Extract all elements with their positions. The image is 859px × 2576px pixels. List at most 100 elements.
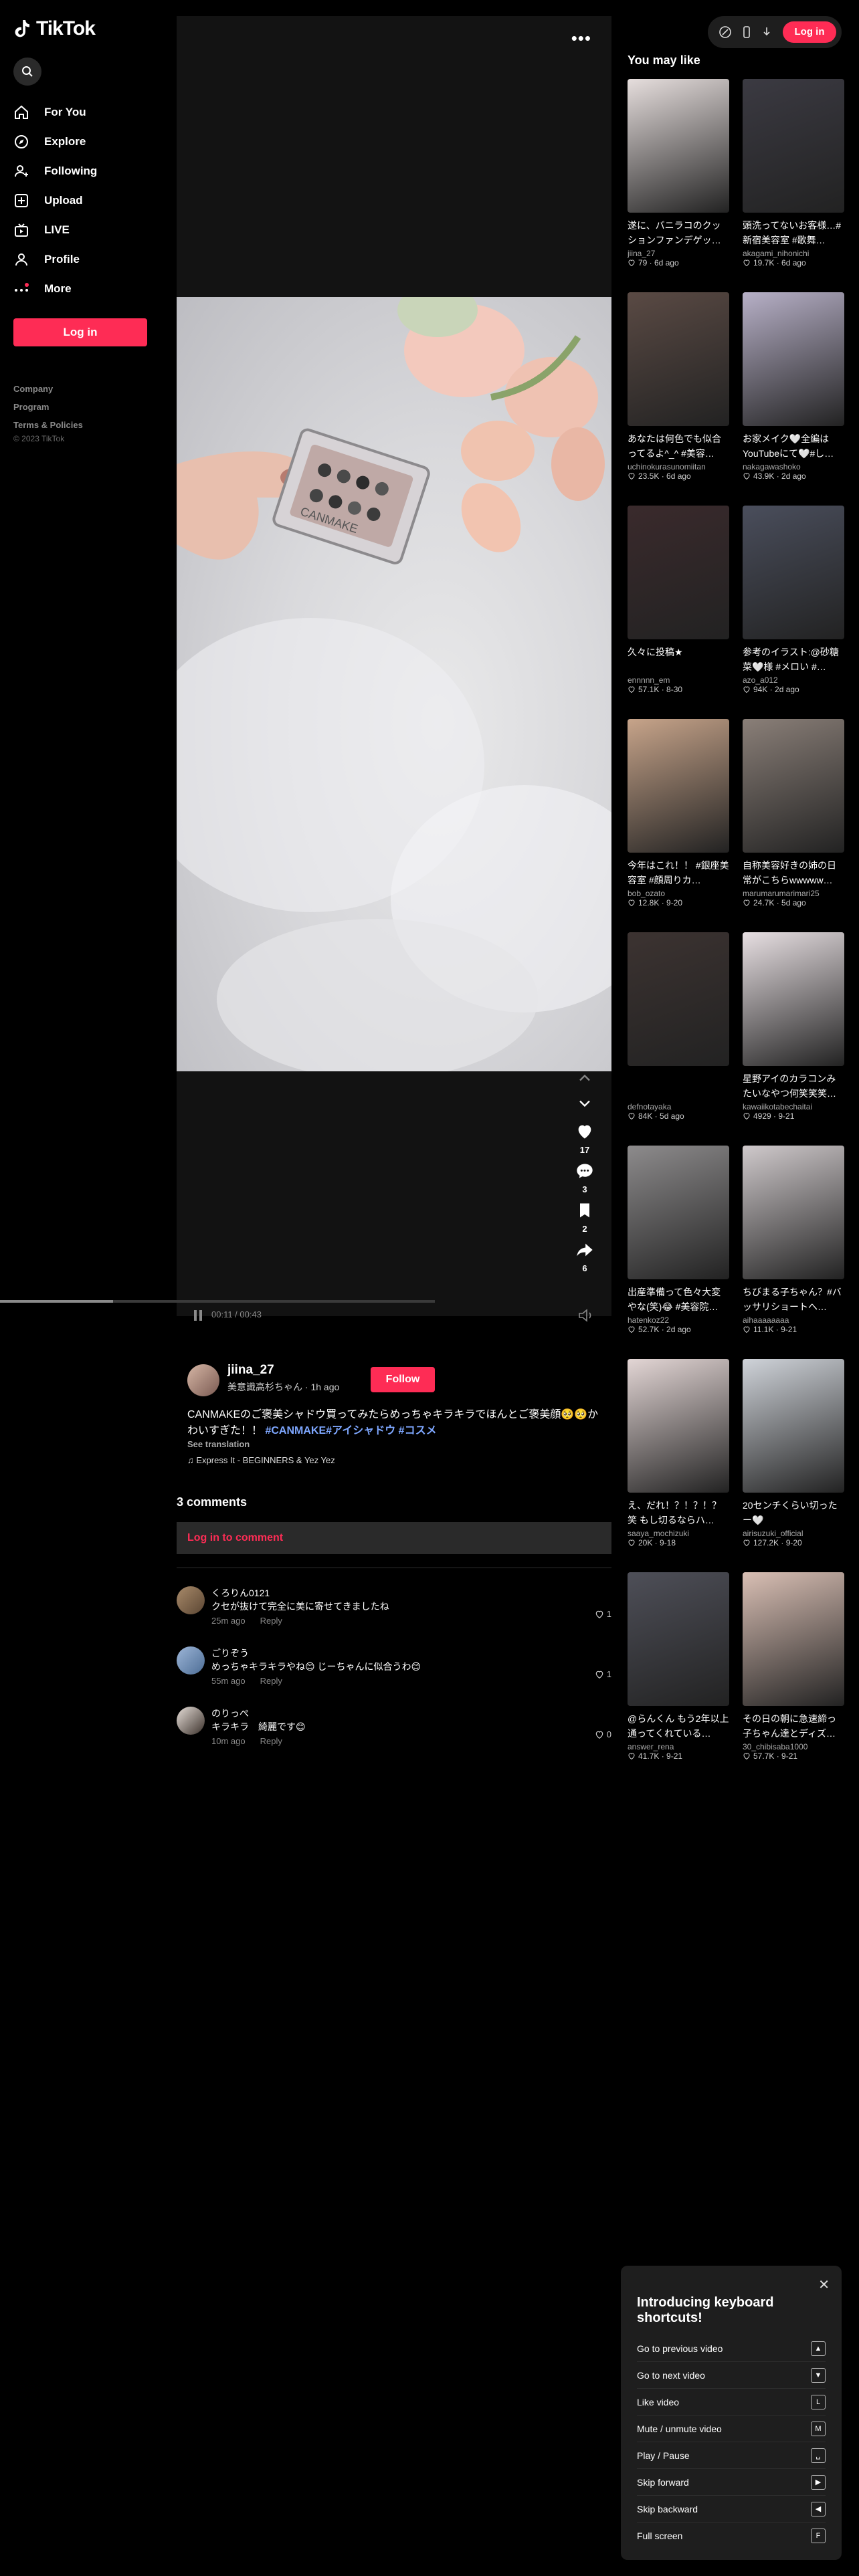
footer-link-terms[interactable]: Terms & Policies bbox=[13, 416, 147, 434]
download-icon[interactable] bbox=[760, 25, 773, 39]
video-progress-bar[interactable] bbox=[0, 1300, 435, 1303]
card-meta: 11.1K · 9-21 bbox=[743, 1325, 844, 1334]
sidebar-item-for-you[interactable]: For You bbox=[13, 98, 147, 127]
card-username[interactable]: answer_rena bbox=[628, 1742, 729, 1751]
footer-link-program[interactable]: Program bbox=[13, 398, 147, 416]
comment-username[interactable]: くろりん0121 bbox=[211, 1586, 270, 1600]
video-thumbnail[interactable] bbox=[628, 506, 729, 639]
reply-button[interactable]: Reply bbox=[260, 1616, 282, 1626]
card-username[interactable]: jiina_27 bbox=[628, 249, 729, 258]
next-video-button[interactable] bbox=[571, 1094, 598, 1113]
video-thumbnail[interactable] bbox=[743, 932, 844, 1066]
recommended-video-card[interactable]: あなたは何色でも似合ってるよ^_^ #美容… uchinokurasunomiit… bbox=[628, 292, 729, 481]
footer-link-company[interactable]: Company bbox=[13, 380, 147, 398]
video-thumbnail[interactable] bbox=[743, 1146, 844, 1279]
comment-username[interactable]: のりっぺ bbox=[211, 1707, 249, 1720]
card-username[interactable]: defnotayaka bbox=[628, 1102, 729, 1111]
recommended-video-card[interactable]: 自称美容好きの姉の日常がこちらwwwww… marumarumarimari25 2… bbox=[743, 719, 844, 907]
sidebar-item-more[interactable]: More bbox=[13, 274, 147, 304]
card-username[interactable]: akagami_nihonichi bbox=[743, 249, 844, 258]
video-thumbnail[interactable] bbox=[743, 1359, 844, 1493]
video-thumbnail[interactable] bbox=[743, 292, 844, 426]
card-username[interactable]: azo_a012 bbox=[743, 675, 844, 685]
card-username[interactable]: kawaiikotabechaitai bbox=[743, 1102, 844, 1111]
comment-username[interactable]: ごりぞう bbox=[211, 1646, 249, 1660]
recommended-video-card[interactable]: defnotayaka 84K · 5d ago bbox=[628, 932, 729, 1121]
reply-button[interactable]: Reply bbox=[260, 1676, 282, 1686]
card-username[interactable]: ennnnn_em bbox=[628, 675, 729, 685]
shortcut-key: M bbox=[811, 2421, 826, 2436]
comment-avatar[interactable] bbox=[177, 1586, 205, 1614]
recommended-video-card[interactable]: 久々に投稿★ ennnnn_em 57.1K · 8-30 bbox=[628, 506, 729, 694]
card-username[interactable]: saaya_mochizuki bbox=[628, 1529, 729, 1538]
sidebar-item-upload[interactable]: Upload bbox=[13, 186, 147, 215]
search-button[interactable] bbox=[13, 58, 41, 86]
card-username[interactable]: aihaaaaaaaa bbox=[743, 1315, 844, 1325]
sidebar-item-live[interactable]: LIVE bbox=[13, 215, 147, 245]
prev-video-button[interactable] bbox=[571, 1069, 598, 1087]
comment-avatar[interactable] bbox=[177, 1646, 205, 1675]
comment-button[interactable]: 3 bbox=[571, 1162, 598, 1194]
recommended-video-card[interactable]: 出産準備って色々大変やな(笑)😂 #美容院… hatenkoz22 52.7K · … bbox=[628, 1146, 729, 1334]
card-username[interactable]: airisuzuki_official bbox=[743, 1529, 844, 1538]
video-thumbnail[interactable] bbox=[743, 506, 844, 639]
recommended-video-card[interactable]: 星野アイのカラコンみたいなやつ何笑笑笑… kawaiikotabechaitai 4… bbox=[743, 932, 844, 1121]
video-thumbnail[interactable] bbox=[628, 719, 729, 853]
top-login-button[interactable]: Log in bbox=[783, 21, 836, 43]
login-to-comment-button[interactable]: Log in to comment bbox=[177, 1522, 611, 1554]
video-frame[interactable]: CANMAKE bbox=[177, 297, 611, 1071]
recommended-video-card[interactable]: 頭洗ってないお客様…#新宿美容室 #歌舞… akagami_nihonichi 19… bbox=[743, 79, 844, 267]
card-username[interactable]: marumarumarimari25 bbox=[743, 889, 844, 898]
video-thumbnail[interactable] bbox=[743, 719, 844, 853]
sidebar-login-button[interactable]: Log in bbox=[13, 318, 147, 346]
video-thumbnail[interactable] bbox=[743, 1572, 844, 1706]
like-button[interactable]: 17 bbox=[571, 1122, 598, 1155]
card-username[interactable]: bob_ozato bbox=[628, 889, 729, 898]
sidebar-item-profile[interactable]: Profile bbox=[13, 245, 147, 274]
comment-like-button[interactable]: 1 bbox=[595, 1669, 611, 1679]
video-more-button[interactable]: ••• bbox=[571, 28, 591, 49]
save-button[interactable]: 2 bbox=[571, 1201, 598, 1234]
video-thumbnail[interactable] bbox=[743, 79, 844, 213]
video-thumbnail[interactable] bbox=[628, 932, 729, 1066]
video-player[interactable]: ••• CANMAKE 17 3 2 6 bbox=[177, 16, 611, 1316]
recommended-video-card[interactable]: その日の朝に急速締っ子ちゃん達とディズ… 30_chibisaba1000 57.7… bbox=[743, 1572, 844, 1761]
caption-hashtags[interactable]: #CANMAKE#アイシャドウ #コスメ bbox=[265, 1425, 436, 1436]
recommended-video-card[interactable]: 遂に、バニラコのクッションファンデゲッ… jiina_27 79 · 6d ago bbox=[628, 79, 729, 267]
video-thumbnail[interactable] bbox=[628, 1146, 729, 1279]
sidebar-item-following[interactable]: Following bbox=[13, 156, 147, 186]
comment-like-button[interactable]: 0 bbox=[595, 1729, 611, 1739]
card-username[interactable]: uchinokurasunomiitan bbox=[628, 462, 729, 471]
recommended-video-card[interactable]: ちびまる子ちゃん？#バッサリショートへ… aihaaaaaaaa 11.1K · 9… bbox=[743, 1146, 844, 1334]
video-thumbnail[interactable] bbox=[628, 1572, 729, 1706]
compass-toggle-icon[interactable] bbox=[719, 25, 732, 39]
comment-like-button[interactable]: 1 bbox=[595, 1609, 611, 1619]
card-username[interactable]: nakagawashoko bbox=[743, 462, 844, 471]
follow-button[interactable]: Follow bbox=[371, 1367, 435, 1392]
author-avatar[interactable] bbox=[187, 1364, 219, 1396]
card-username[interactable]: hatenkoz22 bbox=[628, 1315, 729, 1325]
recommended-video-card[interactable]: 参考のイラスト:@砂糖菜🤍様 #メロい #… azo_a012 94K · 2d a… bbox=[743, 506, 844, 694]
card-stats: 4929 · 9-21 bbox=[753, 1111, 795, 1121]
card-username[interactable]: 30_chibisaba1000 bbox=[743, 1742, 844, 1751]
mute-button[interactable] bbox=[578, 1308, 595, 1326]
author-username[interactable]: jiina_27 bbox=[227, 1363, 274, 1378]
pause-button[interactable] bbox=[193, 1309, 203, 1325]
video-thumbnail[interactable] bbox=[628, 79, 729, 213]
music-link[interactable]: ♫ Express It - BEGINNERS & Yez Yez bbox=[187, 1455, 335, 1465]
share-button[interactable]: 6 bbox=[571, 1241, 598, 1273]
see-translation-link[interactable]: See translation bbox=[187, 1439, 250, 1449]
recommended-video-card[interactable]: え、だれ！？！？！？笑 もし切るならハ… saaya_mochizuki 20K ·… bbox=[628, 1359, 729, 1547]
video-thumbnail[interactable] bbox=[628, 292, 729, 426]
recommended-video-card[interactable]: お家メイク🤍全編はYouTubeにて🤍#し… nakagawashoko 43.9K… bbox=[743, 292, 844, 481]
recommended-video-card[interactable]: 20センチくらい切ったー🤍 airisuzuki_official 127.2K ·… bbox=[743, 1359, 844, 1547]
recommended-video-card[interactable]: @らんくん もう2年以上通ってくれている… answer_rena 41.7K · … bbox=[628, 1572, 729, 1761]
comment-avatar[interactable] bbox=[177, 1707, 205, 1735]
phone-icon[interactable] bbox=[740, 25, 753, 39]
video-thumbnail[interactable] bbox=[628, 1359, 729, 1493]
tiktok-logo[interactable]: TikTok bbox=[13, 17, 147, 40]
recommended-video-card[interactable]: 今年はこれ！！ #銀座美容室 #顔周りカ… bob_ozato 12.8K · 9-… bbox=[628, 719, 729, 907]
close-shortcuts-button[interactable]: ✕ bbox=[818, 2276, 830, 2293]
reply-button[interactable]: Reply bbox=[260, 1736, 282, 1746]
sidebar-item-explore[interactable]: Explore bbox=[13, 127, 147, 156]
